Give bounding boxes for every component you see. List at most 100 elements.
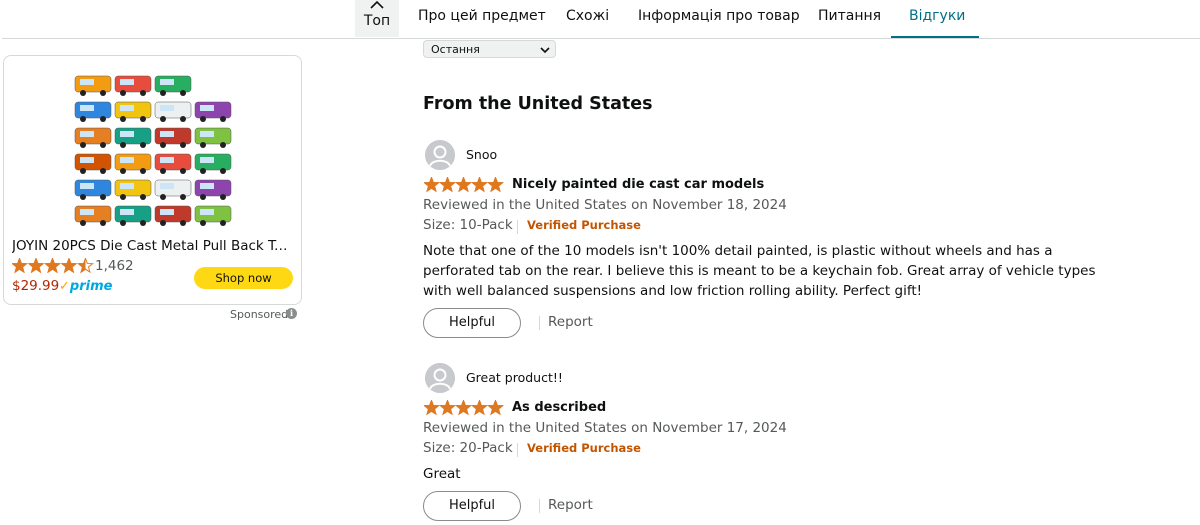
review-author[interactable]: Great product!!: [466, 370, 563, 385]
helpful-button[interactable]: Helpful: [423, 491, 521, 521]
back-to-top-label: Топ: [363, 13, 391, 29]
review-body: Note that one of the 10 models isn't 100…: [423, 243, 1096, 299]
toy-car-window: [120, 209, 134, 215]
review-item: Snoo Nicely painted die cast car models …: [423, 140, 1123, 312]
verified-purchase-badge[interactable]: Verified Purchase: [527, 218, 641, 232]
prime-badge: ✓prime: [59, 279, 112, 294]
ad-review-count[interactable]: 1,462: [95, 258, 134, 274]
toy-car-window: [80, 209, 94, 215]
avatar: [425, 363, 455, 393]
star-fill-icon: [472, 400, 487, 416]
toy-car-window: [120, 79, 134, 85]
review-date: Reviewed in the United States on Novembe…: [423, 197, 787, 213]
review-variant-size[interactable]: Size: 20-Pack: [423, 440, 513, 456]
tab-product-info[interactable]: Інформація про товар: [638, 8, 800, 24]
report-link[interactable]: Report: [548, 314, 593, 330]
tab-reviews[interactable]: Відгуки: [909, 8, 965, 24]
back-to-top-button[interactable]: Топ: [355, 0, 399, 37]
ad-price: $29.99: [12, 278, 60, 294]
product-section-nav: Топ Про цей предмет Схожі Інформація про…: [0, 0, 1200, 39]
toy-car-wheel: [80, 142, 86, 148]
toy-car-window: [160, 131, 174, 137]
toy-car-window: [160, 157, 174, 163]
review-star-rating[interactable]: [424, 400, 504, 417]
toy-car-window: [120, 131, 134, 137]
review-author[interactable]: Snoo: [466, 147, 497, 162]
review-item: Great product!! As described Reviewed in…: [423, 363, 1123, 483]
toy-car-window: [80, 131, 94, 137]
toy-car-wheel: [80, 194, 86, 200]
toy-car-wheel: [220, 142, 226, 148]
toy-car-wheel: [100, 90, 106, 96]
toy-car-wheel: [80, 90, 86, 96]
review-title[interactable]: Nicely painted die cast car models: [512, 177, 764, 192]
star-fill-icon: [61, 258, 77, 274]
toy-car-wheel: [220, 168, 226, 174]
report-link[interactable]: Report: [548, 497, 593, 513]
star-fill-icon: [472, 177, 487, 193]
toy-car-wheel: [140, 194, 146, 200]
toy-car-wheel: [200, 194, 206, 200]
toy-car-wheel: [140, 168, 146, 174]
toy-car-wheel: [140, 116, 146, 122]
toy-car-window: [200, 209, 214, 215]
toy-car-window: [200, 183, 214, 189]
toy-car-wheel: [80, 220, 86, 226]
toy-car-window: [80, 105, 94, 111]
toy-car-wheel: [100, 194, 106, 200]
toy-car-wheel: [120, 194, 126, 200]
toy-car-window: [160, 183, 174, 189]
avatar: [425, 140, 455, 170]
toy-car-wheel: [180, 90, 186, 96]
toy-car-wheel: [200, 142, 206, 148]
tab-about-item[interactable]: Про цей предмет: [418, 8, 546, 24]
verified-purchase-badge[interactable]: Verified Purchase: [527, 441, 641, 455]
chevron-up-icon: [370, 0, 384, 9]
toy-car-window: [160, 209, 174, 215]
toy-car-wheel: [100, 116, 106, 122]
toy-car-wheel: [140, 90, 146, 96]
toy-car-window: [160, 79, 174, 85]
toy-car-wheel: [160, 90, 166, 96]
product-image[interactable]: [71, 68, 236, 230]
review-variant-size[interactable]: Size: 10-Pack: [423, 217, 513, 233]
toy-car-window: [80, 183, 94, 189]
shop-now-button[interactable]: Shop now: [194, 267, 293, 289]
sort-reviews-select[interactable]: Остання: [423, 40, 556, 58]
toy-car-wheel: [180, 116, 186, 122]
ad-product-title[interactable]: JOYIN 20PCS Die Cast Metal Pull Back Toy…: [12, 238, 295, 254]
toy-car-window: [80, 79, 94, 85]
nav-divider: [2, 38, 1200, 39]
divider: [517, 220, 518, 234]
star-fill-icon: [424, 177, 439, 193]
prime-label: prime: [69, 279, 113, 294]
prime-check-icon: ✓: [59, 279, 70, 294]
toy-car-window: [120, 183, 134, 189]
toy-car-wheel: [100, 220, 106, 226]
toy-car-window: [200, 105, 214, 111]
star-fill-icon: [488, 400, 503, 416]
toy-car-wheel: [120, 90, 126, 96]
toy-car-wheel: [200, 220, 206, 226]
helpful-button[interactable]: Helpful: [423, 308, 521, 338]
toy-car-wheel: [160, 168, 166, 174]
toy-car-wheel: [160, 116, 166, 122]
tab-questions[interactable]: Питання: [818, 8, 881, 24]
toy-car-wheel: [120, 168, 126, 174]
toy-car-wheel: [220, 220, 226, 226]
star-fill-icon: [12, 258, 27, 274]
sponsored-product-ad[interactable]: JOYIN 20PCS Die Cast Metal Pull Back Toy…: [3, 55, 302, 305]
tab-similar[interactable]: Схожі: [566, 8, 609, 24]
toy-car-wheel: [80, 116, 86, 122]
info-icon[interactable]: i: [286, 308, 297, 319]
star-fill-icon: [456, 177, 471, 193]
toy-car-window: [200, 131, 214, 137]
toy-car-wheel: [180, 168, 186, 174]
review-star-rating[interactable]: [424, 177, 504, 194]
toy-car-wheel: [160, 220, 166, 226]
divider: [539, 499, 540, 513]
review-title[interactable]: As described: [512, 400, 606, 415]
toy-car-wheel: [120, 220, 126, 226]
toy-car-wheel: [180, 194, 186, 200]
toy-car-wheel: [220, 194, 226, 200]
